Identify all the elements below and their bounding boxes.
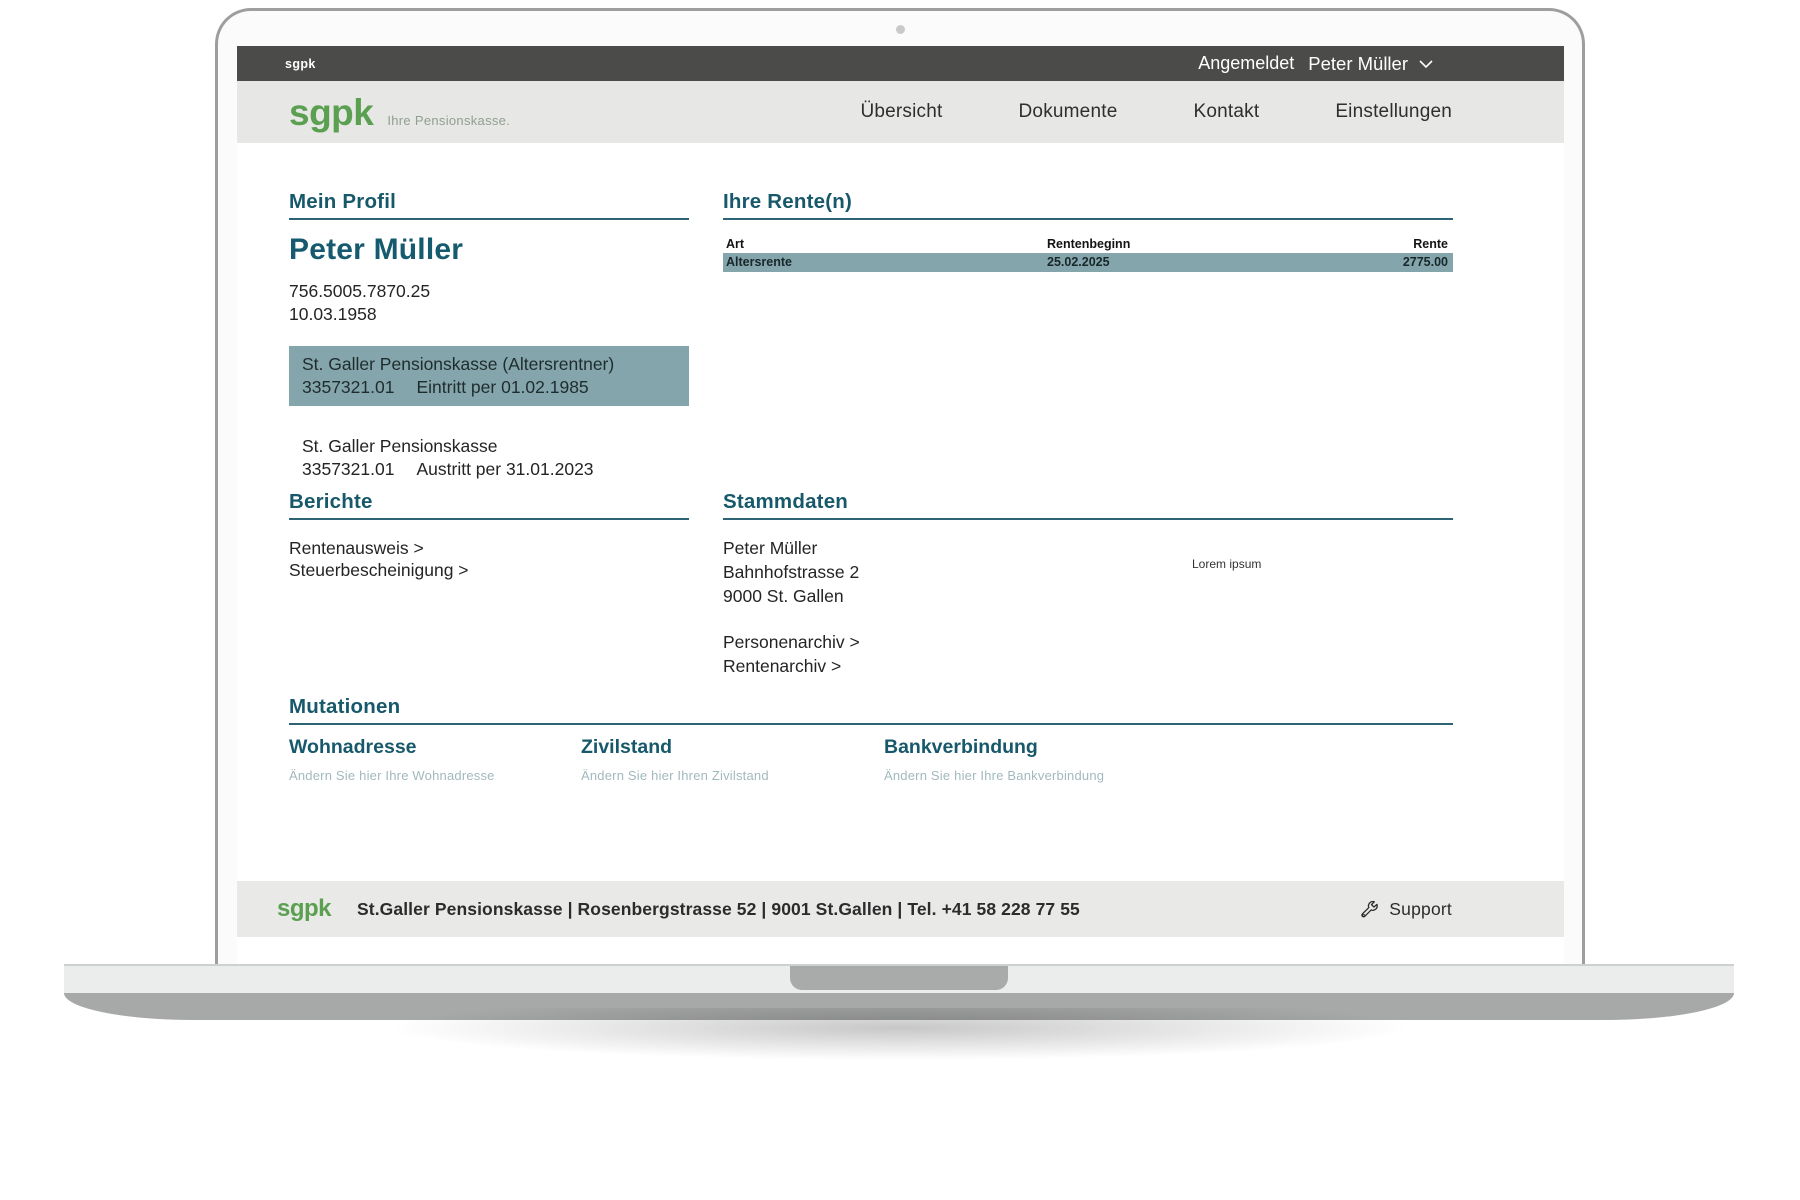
membership-detail: 3357321.01 Austritt per 31.01.2023	[302, 458, 679, 481]
section-stammdaten: Stammdaten Peter Müller Bahnhofstrasse 2…	[723, 490, 1453, 678]
mutation-subtitle[interactable]: Ändern Sie hier Ihren Zivilstand	[581, 768, 871, 783]
renten-table: Art Rentenbeginn Rente Altersrente 25.02…	[723, 236, 1453, 272]
membership-number: 3357321.01	[302, 459, 394, 479]
membership-status: Austritt per 31.01.2023	[416, 459, 593, 479]
laptop-mockup: sgpk Angemeldet Peter Müller sgpk Ihre P…	[0, 0, 1800, 1200]
renten-table-row[interactable]: Altersrente 25.02.2025 2775.00	[723, 253, 1453, 272]
cell-art: Altersrente	[726, 254, 1047, 270]
section-rule	[723, 518, 1453, 520]
membership-card-active[interactable]: St. Galler Pensionskasse (Altersrentner)…	[289, 346, 689, 406]
footer-sgpk-logo: sgpk	[277, 895, 331, 923]
mutation-title[interactable]: Bankverbindung	[884, 735, 1214, 759]
link-personenarchiv[interactable]: Personenarchiv >	[723, 630, 1453, 654]
nav-item-dokumente[interactable]: Dokumente	[1019, 101, 1118, 123]
membership-status: Eintritt per 01.02.1985	[416, 377, 588, 397]
nav-item-kontakt[interactable]: Kontakt	[1193, 101, 1259, 123]
cell-rente: 2775.00	[1328, 254, 1448, 270]
membership-card-former[interactable]: St. Galler Pensionskasse 3357321.01 Austr…	[289, 428, 689, 488]
link-rentenarchiv[interactable]: Rentenarchiv >	[723, 654, 1453, 678]
brand[interactable]: sgpk Ihre Pensionskasse.	[289, 94, 510, 131]
section-title-stammdaten: Stammdaten	[723, 490, 1453, 514]
laptop-base-notch	[790, 966, 1008, 990]
stammdaten-links: Personenarchiv > Rentenarchiv >	[723, 630, 1453, 678]
section-mein-profil: Mein Profil Peter Müller 756.5005.7870.2…	[289, 190, 689, 488]
logged-in-label: Angemeldet	[1198, 53, 1294, 74]
nav-items: Übersicht Dokumente Kontakt Einstellunge…	[860, 101, 1452, 123]
section-rule	[289, 518, 689, 520]
footer: sgpk St.Galler Pensionskasse | Rosenberg…	[237, 881, 1564, 937]
renten-table-header: Art Rentenbeginn Rente	[723, 236, 1453, 252]
profile-ids: 756.5005.7870.25 10.03.1958	[289, 280, 689, 326]
address-line: 9000 St. Gallen	[723, 584, 1453, 608]
section-rule	[723, 218, 1453, 220]
section-ihre-renten: Ihre Rente(n) Art Rentenbeginn Rente Alt…	[723, 190, 1453, 272]
profile-name: Peter Müller	[289, 232, 689, 268]
mutation-title[interactable]: Wohnadresse	[289, 735, 579, 759]
link-steuerbescheinigung[interactable]: Steuerbescheinigung >	[289, 560, 689, 582]
col-header-rentenbeginn: Rentenbeginn	[1047, 236, 1328, 252]
section-rule	[289, 218, 689, 220]
section-rule	[289, 723, 1453, 725]
address-line: Peter Müller	[723, 536, 1453, 560]
mutation-wohnadresse[interactable]: Wohnadresse Ändern Sie hier Ihre Wohnadr…	[289, 735, 579, 783]
support-label: Support	[1389, 899, 1452, 920]
cell-rentenbeginn: 25.02.2025	[1047, 254, 1328, 270]
section-title-ihre-renten: Ihre Rente(n)	[723, 190, 1453, 214]
brand-tagline: Ihre Pensionskasse.	[387, 113, 510, 128]
section-title-berichte: Berichte	[289, 490, 689, 514]
chevron-down-icon	[1418, 59, 1434, 69]
titlebar: sgpk Angemeldet Peter Müller	[237, 46, 1564, 81]
stammdaten-address: Peter Müller Bahnhofstrasse 2 9000 St. G…	[723, 536, 1453, 608]
birth-date: 10.03.1958	[289, 303, 689, 326]
laptop-shadow	[170, 1008, 1630, 1118]
webcam-dot	[896, 25, 905, 34]
main-nav: sgpk Ihre Pensionskasse. Übersicht Dokum…	[237, 81, 1564, 143]
link-rentenausweis[interactable]: Rentenausweis >	[289, 538, 689, 560]
user-menu[interactable]: Angemeldet Peter Müller	[1198, 53, 1434, 75]
nav-item-uebersicht[interactable]: Übersicht	[860, 101, 942, 123]
col-header-rente: Rente	[1328, 236, 1448, 252]
section-berichte: Berichte Rentenausweis > Steuerbescheini…	[289, 490, 689, 581]
laptop-screen-frame: sgpk Angemeldet Peter Müller sgpk Ihre P…	[215, 8, 1585, 966]
user-name: Peter Müller	[1308, 53, 1408, 75]
membership-name: St. Galler Pensionskasse (Altersrentner)	[302, 353, 679, 376]
mutation-zivilstand[interactable]: Zivilstand Ändern Sie hier Ihren Zivilst…	[581, 735, 871, 783]
stammdaten-note: Lorem ipsum	[1192, 557, 1261, 571]
mutation-bankverbindung[interactable]: Bankverbindung Ändern Sie hier Ihre Bank…	[884, 735, 1214, 783]
col-header-art: Art	[726, 236, 1047, 252]
footer-contact-info: St.Galler Pensionskasse | Rosenbergstras…	[357, 899, 1080, 920]
support-link[interactable]: Support	[1359, 899, 1452, 920]
wrench-icon	[1359, 899, 1380, 920]
membership-number: 3357321.01	[302, 377, 394, 397]
section-title-mein-profil: Mein Profil	[289, 190, 689, 214]
membership-name: St. Galler Pensionskasse	[302, 435, 679, 458]
section-mutationen: Mutationen Wohnadresse Ändern Sie hier I…	[289, 695, 1453, 845]
nav-item-einstellungen[interactable]: Einstellungen	[1335, 101, 1452, 123]
address-line: Bahnhofstrasse 2	[723, 560, 1453, 584]
mutation-title[interactable]: Zivilstand	[581, 735, 871, 759]
ahv-number: 756.5005.7870.25	[289, 280, 689, 303]
titlebar-brand: sgpk	[285, 57, 316, 71]
section-title-mutationen: Mutationen	[289, 695, 1453, 719]
membership-detail: 3357321.01 Eintritt per 01.02.1985	[302, 376, 679, 399]
mutation-subtitle[interactable]: Ändern Sie hier Ihre Bankverbindung	[884, 768, 1214, 783]
sgpk-logo[interactable]: sgpk	[289, 94, 373, 131]
berichte-links: Rentenausweis > Steuerbescheinigung >	[289, 538, 689, 581]
app-window: sgpk Angemeldet Peter Müller sgpk Ihre P…	[237, 46, 1564, 964]
mutation-subtitle[interactable]: Ändern Sie hier Ihre Wohnadresse	[289, 768, 579, 783]
